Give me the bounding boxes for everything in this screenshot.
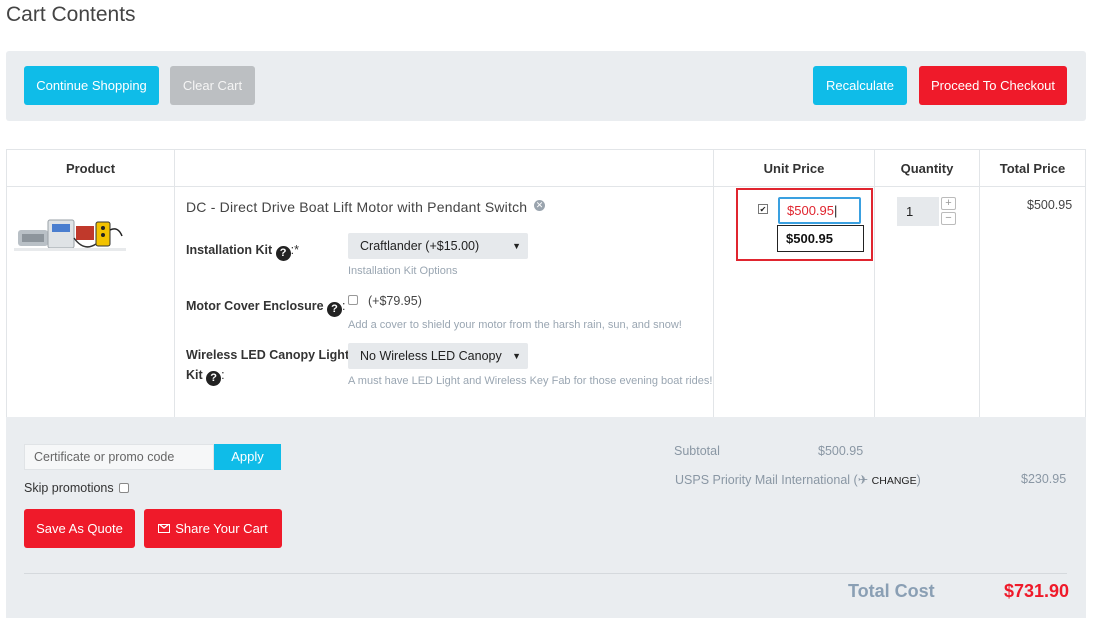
- promo-code-input[interactable]: Certificate or promo code: [24, 444, 214, 470]
- unit-price-input[interactable]: $500.95|: [778, 197, 861, 224]
- unit-price-override-checkbox[interactable]: ✔: [758, 204, 768, 214]
- installation-kit-select[interactable]: Craftlander (+$15.00) ▼: [348, 233, 528, 259]
- led-canopy-label: Wireless LED Canopy Light Kit ?:: [186, 348, 350, 386]
- chevron-down-icon: ▼: [512, 241, 521, 251]
- product-image[interactable]: [14, 208, 126, 258]
- shipping-label: USPS Priority Mail International (✈ CHAN…: [675, 473, 921, 487]
- save-as-quote-button[interactable]: Save As Quote: [24, 509, 135, 548]
- subtotal-label: Subtotal: [674, 444, 720, 458]
- total-cost-label: Total Cost: [848, 581, 935, 601]
- page-title: Cart Contents: [6, 3, 136, 26]
- recalculate-button[interactable]: Recalculate: [813, 66, 907, 105]
- motor-cover-label: Motor Cover Enclosure ?:: [186, 299, 346, 317]
- help-icon[interactable]: ?: [275, 246, 291, 261]
- summary-divider: [24, 573, 1067, 574]
- quantity-increment-button[interactable]: +: [941, 197, 956, 210]
- remove-item-icon[interactable]: ✕: [534, 200, 545, 211]
- shipping-value: $230.95: [1021, 472, 1067, 486]
- total-cost-value: $731.90: [1004, 581, 1070, 601]
- total-price-cell: [979, 186, 1086, 418]
- subtotal-value: $500.95: [818, 444, 864, 458]
- change-shipping-link[interactable]: CHANGE: [872, 475, 917, 487]
- header-quantity: Quantity: [874, 149, 980, 187]
- motor-cover-checkbox[interactable]: [348, 295, 358, 305]
- envelope-icon: [158, 524, 171, 533]
- share-cart-button[interactable]: Share Your Cart: [144, 509, 282, 548]
- help-icon[interactable]: ?: [206, 371, 222, 386]
- quantity-decrement-button[interactable]: −: [941, 212, 956, 225]
- installation-kit-label: Installation Kit ?:*: [186, 243, 299, 261]
- product-name[interactable]: DC - Direct Drive Boat Lift Motor with P…: [186, 199, 527, 215]
- motor-cover-price: (+$79.95): [368, 294, 422, 308]
- header-product: Product: [6, 149, 175, 187]
- airplane-icon: ✈: [857, 473, 869, 487]
- clear-cart-button[interactable]: Clear Cart: [170, 66, 255, 105]
- installation-kit-hint: Installation Kit Options: [348, 265, 458, 277]
- continue-shopping-button[interactable]: Continue Shopping: [24, 66, 159, 105]
- header-spacer: [174, 149, 714, 187]
- line-total-price: $500.95: [1027, 198, 1073, 212]
- quantity-input[interactable]: 1: [897, 197, 939, 226]
- proceed-to-checkout-button[interactable]: Proceed To Checkout: [919, 66, 1067, 105]
- skip-promotions-checkbox[interactable]: [119, 483, 129, 493]
- help-icon[interactable]: ?: [327, 302, 343, 317]
- skip-promotions-label: Skip promotions: [24, 481, 114, 495]
- led-canopy-hint: A must have LED Light and Wireless Key F…: [348, 375, 713, 387]
- header-total-price: Total Price: [979, 149, 1086, 187]
- unit-price-tooltip: $500.95: [777, 225, 864, 252]
- led-canopy-select[interactable]: No Wireless LED Canopy ▼: [348, 343, 528, 369]
- motor-cover-hint: Add a cover to shield your motor from th…: [348, 319, 682, 331]
- header-unit-price: Unit Price: [713, 149, 875, 187]
- chevron-down-icon: ▼: [512, 351, 521, 361]
- apply-promo-button[interactable]: Apply: [214, 444, 281, 470]
